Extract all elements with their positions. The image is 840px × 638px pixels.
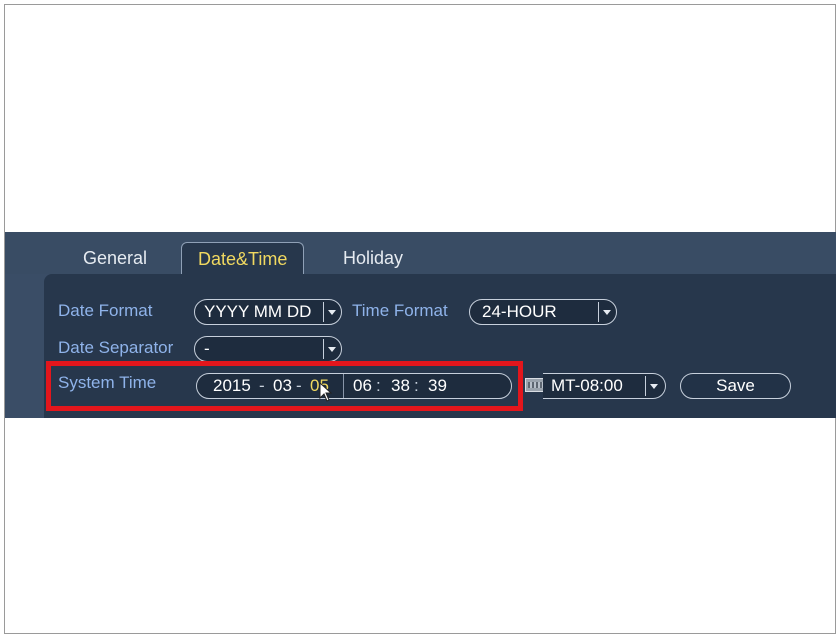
time-format-value: 24-HOUR (482, 302, 557, 321)
second-field[interactable]: 39 (428, 374, 447, 398)
date-separator: - (296, 376, 302, 395)
tab-holiday[interactable]: Holiday (327, 242, 419, 274)
date-format-value: YYYY MM DD (204, 302, 312, 321)
time-separator: : (376, 376, 381, 395)
settings-panel: General Date&Time Holiday Date Format YY… (5, 232, 836, 418)
system-time-input[interactable]: 2015 - 03 - 05 06 : 38 : 39 (196, 373, 512, 399)
chevron-down-icon[interactable] (323, 302, 339, 322)
time-separator: : (414, 376, 419, 395)
tab-bar: General Date&Time Holiday (5, 232, 836, 275)
tab-date-time[interactable]: Date&Time (181, 242, 305, 275)
save-button[interactable]: Save (680, 373, 791, 399)
hour-field[interactable]: 06 (353, 374, 372, 398)
minute-field[interactable]: 38 (391, 374, 410, 398)
chevron-down-icon[interactable] (645, 376, 661, 396)
date-separator-label: Date Separator (58, 338, 174, 357)
timezone-value: MT-08:00 (551, 376, 623, 395)
date-separator-value: - (204, 339, 210, 358)
mouse-pointer-icon (319, 382, 333, 402)
date-format-label: Date Format (58, 301, 153, 320)
time-format-select[interactable]: 24-HOUR (469, 299, 617, 325)
timezone-select[interactable]: MT-08:00 (543, 373, 666, 399)
month-field[interactable]: 03 (273, 374, 292, 398)
date-separator-select[interactable]: - (194, 336, 342, 362)
system-time-label: System Time (58, 373, 157, 392)
year-field[interactable]: 2015 (213, 374, 251, 398)
chevron-down-icon[interactable] (323, 339, 339, 359)
date-separator: - (259, 376, 265, 395)
date-time-divider (343, 374, 344, 398)
chevron-down-icon[interactable] (598, 302, 614, 322)
date-format-select[interactable]: YYYY MM DD (194, 299, 342, 325)
time-format-label: Time Format (352, 301, 448, 320)
tab-general[interactable]: General (67, 242, 163, 274)
